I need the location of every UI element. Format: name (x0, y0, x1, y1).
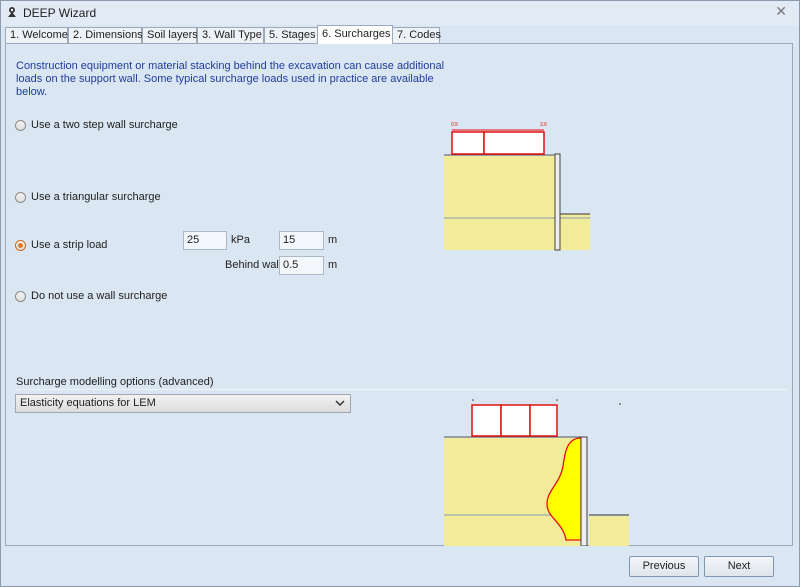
radio-strip-load[interactable] (15, 240, 26, 251)
modelling-selected-value: Elasticity equations for LEM (20, 397, 156, 409)
wizard-window: DEEP Wizard ✕ 1. Welcome 2. Dimensions S… (0, 0, 800, 587)
behind-wall-field[interactable]: 0.5 (279, 256, 324, 275)
close-icon[interactable]: ✕ (775, 4, 787, 20)
footer: Previous Next (1, 546, 799, 586)
strip-load-diagram: 0.5 3.6 (444, 122, 590, 251)
support-wall (554, 153, 561, 251)
tab-wall-type[interactable]: 3. Wall Type (197, 27, 264, 43)
radio-two-step[interactable] (15, 120, 26, 131)
excavation-soil (589, 516, 629, 546)
load-block (483, 131, 545, 155)
behind-wall-label: Behind wall (225, 259, 282, 271)
excavation-soil (559, 214, 590, 250)
tab-dimensions[interactable]: 2. Dimensions (68, 27, 143, 43)
tab-welcome[interactable]: 1. Welcome (5, 27, 68, 43)
chevron-down-icon (335, 400, 345, 407)
previous-button[interactable]: Previous (629, 556, 699, 577)
option-label[interactable]: Use a triangular surcharge (31, 191, 161, 203)
title-bar: DEEP Wizard ✕ (1, 1, 799, 25)
retained-soil (444, 156, 556, 250)
option-label[interactable]: Use a two step wall surcharge (31, 119, 178, 131)
next-button[interactable]: Next (704, 556, 774, 577)
pressure-diagram (444, 399, 629, 546)
load-block (471, 404, 502, 437)
diagram-right-label: 3.6 (540, 122, 547, 128)
width-unit: m (328, 234, 338, 246)
load-unit: kPa (231, 234, 250, 246)
load-block (500, 404, 531, 437)
behind-wall-unit: m (328, 259, 338, 271)
width-value-field[interactable]: 15 (279, 231, 324, 250)
separator (16, 389, 788, 390)
load-value-field[interactable]: 25 (183, 231, 227, 250)
diagram-left-label: 0.5 (451, 122, 458, 128)
tab-stages[interactable]: 5. Stages (264, 27, 318, 43)
radio-triangular[interactable] (15, 192, 26, 203)
modelling-options-label: Surcharge modelling options (advanced) (16, 376, 214, 388)
load-block (529, 404, 558, 437)
tab-surcharges[interactable]: 6. Surcharges (317, 25, 393, 44)
option-label[interactable]: Use a strip load (31, 239, 107, 251)
support-wall (580, 436, 588, 546)
tab-codes[interactable]: 7. Codes (392, 27, 441, 43)
modelling-select[interactable]: Elasticity equations for LEM (15, 394, 351, 413)
radio-no-surcharge[interactable] (15, 291, 26, 302)
load-block (451, 131, 485, 155)
deep-app-icon (8, 7, 16, 17)
tab-soil-layers[interactable]: Soil layers (142, 27, 198, 43)
option-label[interactable]: Do not use a wall surcharge (31, 290, 167, 302)
intro-text: Construction equipment or material stack… (16, 60, 445, 98)
window-title: DEEP Wizard (23, 6, 97, 20)
surcharges-panel: Construction equipment or material stack… (5, 43, 793, 546)
